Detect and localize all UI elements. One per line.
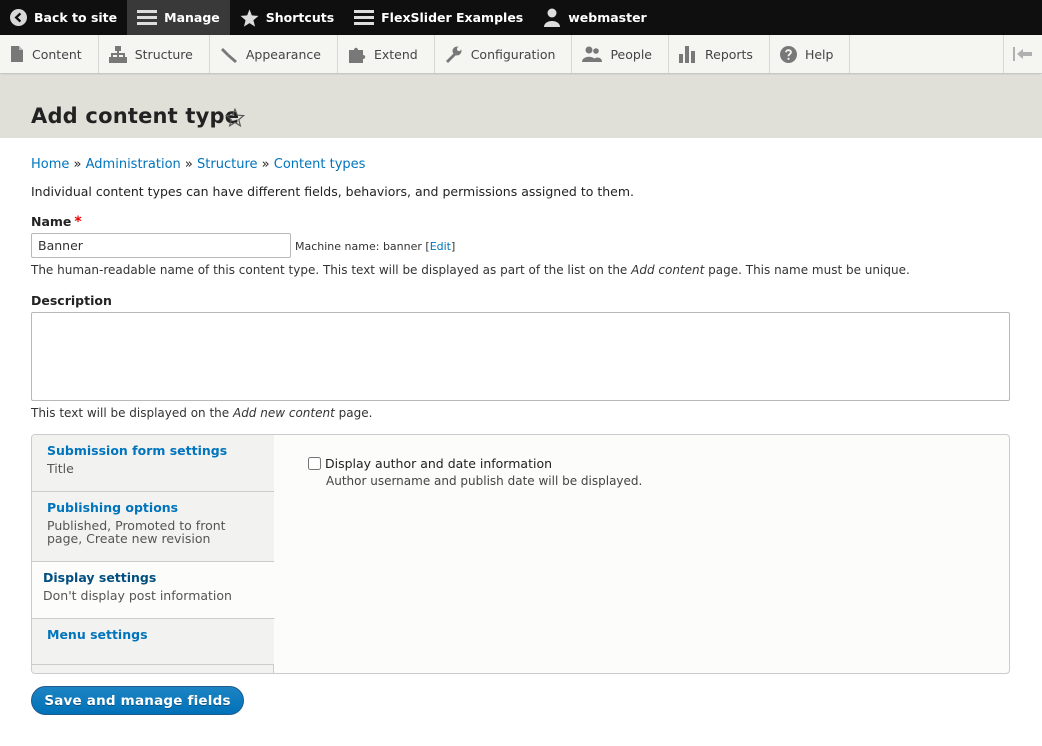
name-input[interactable]	[31, 233, 291, 258]
vertical-tab-summary: Don't display post information	[43, 588, 232, 603]
help-icon	[779, 45, 797, 63]
name-label: Name *	[31, 214, 82, 230]
breadcrumb-administration[interactable]: Administration	[86, 157, 181, 172]
paintbrush-icon	[220, 47, 237, 63]
display-author-checkbox[interactable]	[308, 457, 321, 470]
wrench-icon	[445, 46, 462, 63]
save-and-manage-fields-button[interactable]: Save and manage fields	[31, 686, 244, 715]
puzzle-icon	[348, 47, 366, 63]
user-icon	[544, 8, 561, 27]
menu-item-configuration[interactable]: Configuration	[435, 35, 573, 73]
vertical-tab-title: Publishing options	[47, 500, 179, 515]
vertical-tab-submission-form-settings[interactable]: Submission form settings Title	[32, 435, 274, 492]
menu-item-label: Configuration	[470, 46, 556, 62]
shortcuts-label: Shortcuts	[265, 10, 335, 25]
hamburger-icon	[354, 10, 375, 25]
sitemap-icon	[108, 45, 127, 63]
breadcrumb-separator: »	[73, 157, 82, 172]
flexslider-label: FlexSlider Examples	[381, 10, 524, 25]
flexslider-examples-tab[interactable]: FlexSlider Examples	[344, 0, 533, 35]
star-icon	[240, 8, 259, 27]
vertical-tab-title: Menu settings	[47, 627, 148, 642]
shortcut-star-icon[interactable]	[225, 108, 245, 127]
vertical-tab-title: Submission form settings	[47, 443, 228, 458]
machine-name-edit-link[interactable]: Edit	[430, 240, 451, 253]
admin-menu-tray: Content Structure Appearance Extend Conf…	[0, 35, 1042, 74]
breadcrumb-separator: »	[184, 157, 193, 172]
machine-name: Machine name: banner [Edit]	[295, 240, 456, 253]
menu-item-people[interactable]: People	[572, 35, 669, 73]
people-icon	[582, 46, 603, 62]
menu-item-label: Reports	[705, 46, 753, 62]
menu-item-label: Appearance	[245, 46, 321, 62]
manage-label: Manage	[164, 10, 220, 25]
display-author-description: Author username and publish date will be…	[326, 474, 643, 488]
menu-item-reports[interactable]: Reports	[669, 35, 770, 73]
description-textarea[interactable]	[31, 312, 1010, 401]
menu-item-label: Help	[804, 46, 834, 62]
menu-item-label: Extend	[373, 46, 418, 62]
bar-chart-icon	[679, 45, 695, 63]
hamburger-icon	[137, 10, 158, 25]
breadcrumb: Home » Administration » Structure » Cont…	[31, 157, 365, 172]
description-label: Description	[31, 293, 112, 308]
menu-item-extend[interactable]: Extend	[338, 35, 435, 73]
back-to-site-label: Back to site	[34, 10, 118, 25]
required-marker: *	[74, 214, 82, 230]
menu-item-appearance[interactable]: Appearance	[210, 35, 338, 73]
vertical-tabs: Submission form settings Title Publishin…	[31, 434, 1010, 674]
menu-item-help[interactable]: Help	[770, 35, 851, 73]
menu-item-structure[interactable]: Structure	[99, 35, 210, 73]
user-label: webmaster	[568, 10, 647, 25]
admin-toolbar: Back to site Manage Shortcuts FlexSlider…	[0, 0, 1042, 35]
vertical-tab-display-settings[interactable]: Display settings Don't display post info…	[32, 562, 275, 619]
menu-item-content[interactable]: Content	[0, 35, 99, 73]
menu-item-label: People	[610, 46, 652, 62]
vertical-tab-title: Display settings	[43, 570, 157, 585]
vertical-tabs-menu: Submission form settings Title Publishin…	[32, 435, 275, 673]
page-title: Add content type	[31, 104, 240, 128]
shortcuts-tab[interactable]: Shortcuts	[230, 0, 344, 35]
manage-tab[interactable]: Manage	[127, 0, 230, 35]
back-to-site-link[interactable]: Back to site	[0, 0, 127, 35]
collapse-left-icon	[1013, 47, 1032, 61]
back-arrow-icon	[10, 9, 27, 26]
vertical-tab-menu-settings[interactable]: Menu settings	[32, 619, 274, 665]
menu-item-label: Content	[32, 46, 82, 62]
display-author-label: Display author and date information	[325, 456, 553, 471]
vertical-tab-publishing-options[interactable]: Publishing options Published, Promoted t…	[32, 492, 274, 562]
vertical-tab-summary: Title	[47, 461, 74, 476]
breadcrumb-content-types[interactable]: Content types	[274, 157, 366, 172]
name-help-text: The human-readable name of this content …	[31, 263, 910, 277]
user-tab[interactable]: webmaster	[533, 0, 657, 35]
breadcrumb-home[interactable]: Home	[31, 157, 69, 172]
intro-text: Individual content types can have differ…	[31, 184, 635, 199]
menu-item-label: Structure	[134, 46, 193, 62]
vertical-tab-summary: Published, Promoted to front page, Create…	[47, 518, 226, 546]
page-header: Add content type	[0, 75, 1042, 138]
breadcrumb-separator: »	[261, 157, 270, 172]
breadcrumb-structure[interactable]: Structure	[197, 157, 257, 172]
description-help-text: This text will be displayed on the Add n…	[31, 406, 373, 420]
tray-orientation-toggle[interactable]	[1003, 35, 1042, 73]
display-author-checkbox-row[interactable]: Display author and date information	[308, 456, 552, 471]
document-icon	[11, 46, 23, 62]
